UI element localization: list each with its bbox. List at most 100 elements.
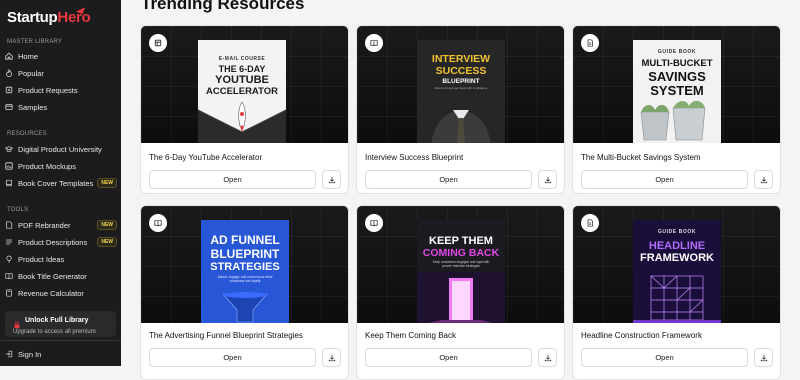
cover-line: ACCELERATOR [206, 86, 278, 97]
resource-card[interactable]: GUIDE BOOK MULTI-BUCKET SAVINGS SYSTEM T… [572, 25, 781, 194]
card-title[interactable]: Keep Them Coming Back [365, 331, 456, 340]
open-button[interactable]: Open [365, 170, 532, 189]
unlock-subtitle: Upgrade to access all premium [13, 329, 96, 335]
new-badge: NEW [97, 220, 117, 230]
cover-line: COMING BACK [422, 247, 500, 259]
open-button[interactable]: Open [365, 348, 532, 367]
sidebar-item-product-mockups[interactable]: Product Mockups [5, 159, 117, 173]
sidebar-item-label: Samples [18, 102, 48, 112]
sidebar-divider [0, 340, 121, 341]
unlock-full-library-banner[interactable]: Unlock Full Library Upgrade to access al… [5, 311, 116, 337]
sign-in-icon [5, 350, 13, 358]
card-title[interactable]: The Multi-Bucket Savings System [581, 153, 701, 162]
cover-subtitle: Attract, engage, and convert your ideal … [217, 275, 273, 283]
card-thumbnail[interactable]: INTERVIEW SUCCESS BLUEPRINT Stand out an… [357, 26, 564, 143]
brand-logo-part1: Startup [7, 9, 58, 26]
main-content: Trending Resources E-MAIL COURSE THE 6-D… [121, 0, 800, 380]
open-button[interactable]: Open [149, 170, 316, 189]
cover-line: STRATEGIES [210, 261, 280, 273]
section-title-master-library: MASTER LIBRARY [7, 39, 63, 45]
cover-kicker: GUIDE BOOK [657, 49, 697, 55]
layout-icon [149, 34, 167, 52]
sidebar-item-product-descriptions[interactable]: Product Descriptions NEW [5, 235, 117, 249]
download-button[interactable] [538, 348, 557, 367]
cover-kicker: E-MAIL COURSE [218, 56, 266, 62]
sidebar-item-home[interactable]: Home [5, 49, 117, 63]
card-title[interactable]: The Advertising Funnel Blueprint Strateg… [149, 331, 303, 340]
pdf-icon [5, 221, 13, 229]
card-thumbnail[interactable]: AD FUNNEL BLUEPRINT STRATEGIES Attract, … [141, 206, 348, 323]
sidebar-item-label: Home [18, 51, 39, 61]
scaffold-illustration [633, 275, 721, 323]
book-cover: GUIDE BOOK HEADLINE FRAMEWORK [633, 220, 721, 323]
samples-icon [5, 103, 13, 111]
cover-line: KEEP THEM [429, 235, 493, 247]
book-open-icon [149, 214, 167, 232]
sidebar: StartupHero MASTER LIBRARY Home Popular … [0, 0, 121, 366]
request-icon [5, 86, 13, 94]
card-title[interactable]: Headline Construction Framework [581, 331, 702, 340]
card-title[interactable]: The 6-Day YouTube Accelerator [149, 153, 262, 162]
sidebar-item-popular[interactable]: Popular [5, 66, 117, 80]
sidebar-item-product-ideas[interactable]: Product Ideas [5, 252, 117, 266]
cover-line: SAVINGS [648, 69, 706, 84]
download-button[interactable] [754, 348, 773, 367]
cover-line: HEADLINE [648, 240, 706, 252]
open-button[interactable]: Open [581, 348, 748, 367]
sidebar-item-label: Book Title Generator [18, 271, 87, 281]
book-open-icon [5, 272, 13, 280]
download-icon [760, 176, 767, 183]
cover-line: FRAMEWORK [640, 252, 714, 264]
resource-card[interactable]: KEEP THEM COMING BACK Keep customers eng… [356, 205, 565, 380]
cover-line: YOUTUBE [215, 74, 269, 86]
card-thumbnail[interactable]: GUIDE BOOK MULTI-BUCKET SAVINGS SYSTEM [573, 26, 780, 143]
sidebar-item-label: PDF Rebrander [18, 220, 71, 230]
sidebar-item-samples[interactable]: Samples [5, 100, 117, 114]
download-icon [328, 354, 335, 361]
sidebar-item-label: Product Descriptions [18, 237, 88, 247]
card-title[interactable]: Interview Success Blueprint [365, 153, 463, 162]
sidebar-item-pdf-rebrander[interactable]: PDF Rebrander NEW [5, 218, 117, 232]
cover-line: SUCCESS [435, 65, 487, 77]
download-button[interactable] [322, 170, 341, 189]
download-button[interactable] [754, 170, 773, 189]
download-icon [544, 176, 551, 183]
resource-card[interactable]: AD FUNNEL BLUEPRINT STRATEGIES Attract, … [140, 205, 349, 380]
envelope-rocket-illustration [198, 101, 286, 143]
cover-line: BLUEPRINT [442, 78, 480, 85]
flame-icon [5, 69, 13, 77]
resource-card[interactable]: INTERVIEW SUCCESS BLUEPRINT Stand out an… [356, 25, 565, 194]
sign-in-button[interactable]: Sign In [5, 347, 117, 361]
document-icon [581, 34, 599, 52]
sidebar-item-label: Popular [18, 68, 44, 78]
download-icon [760, 354, 767, 361]
sidebar-item-book-cover-templates[interactable]: Book Cover Templates NEW [5, 176, 117, 190]
new-badge: NEW [97, 237, 117, 247]
book-cover: AD FUNNEL BLUEPRINT STRATEGIES Attract, … [201, 220, 289, 323]
download-button[interactable] [538, 170, 557, 189]
section-title-resources: RESOURCES [7, 131, 47, 137]
sidebar-item-label: Product Ideas [18, 254, 65, 264]
open-button[interactable]: Open [581, 170, 748, 189]
sign-in-label: Sign In [18, 349, 42, 359]
cover-line: THE 6-DAY [218, 64, 266, 74]
book-open-icon [365, 34, 383, 52]
sidebar-item-digital-product-university[interactable]: Digital Product University [5, 142, 117, 156]
card-thumbnail[interactable]: KEEP THEM COMING BACK Keep customers eng… [357, 206, 564, 323]
brand-logo-part2: Hero [57, 9, 91, 26]
resource-card[interactable]: GUIDE BOOK HEADLINE FRAMEWORK Headline C… [572, 205, 781, 380]
unlock-title: Unlock Full Library [25, 317, 89, 324]
sidebar-item-book-title-generator[interactable]: Book Title Generator [5, 269, 117, 283]
cover-subtitle: Keep customers engaged and loyal with pr… [432, 260, 490, 268]
resource-card[interactable]: E-MAIL COURSE THE 6-DAY YOUTUBE ACCELERA… [140, 25, 349, 194]
card-thumbnail[interactable]: E-MAIL COURSE THE 6-DAY YOUTUBE ACCELERA… [141, 26, 348, 143]
sidebar-item-revenue-calculator[interactable]: Revenue Calculator [5, 286, 117, 300]
open-button[interactable]: Open [149, 348, 316, 367]
sidebar-item-label: Book Cover Templates [18, 178, 94, 188]
sidebar-item-product-requests[interactable]: Product Requests [5, 83, 117, 97]
book-cover: INTERVIEW SUCCESS BLUEPRINT Stand out an… [417, 40, 505, 143]
brand-logo[interactable]: StartupHero [7, 5, 91, 26]
card-thumbnail[interactable]: GUIDE BOOK HEADLINE FRAMEWORK [573, 206, 780, 323]
cover-line: MULTI-BUCKET [641, 58, 713, 69]
download-button[interactable] [322, 348, 341, 367]
